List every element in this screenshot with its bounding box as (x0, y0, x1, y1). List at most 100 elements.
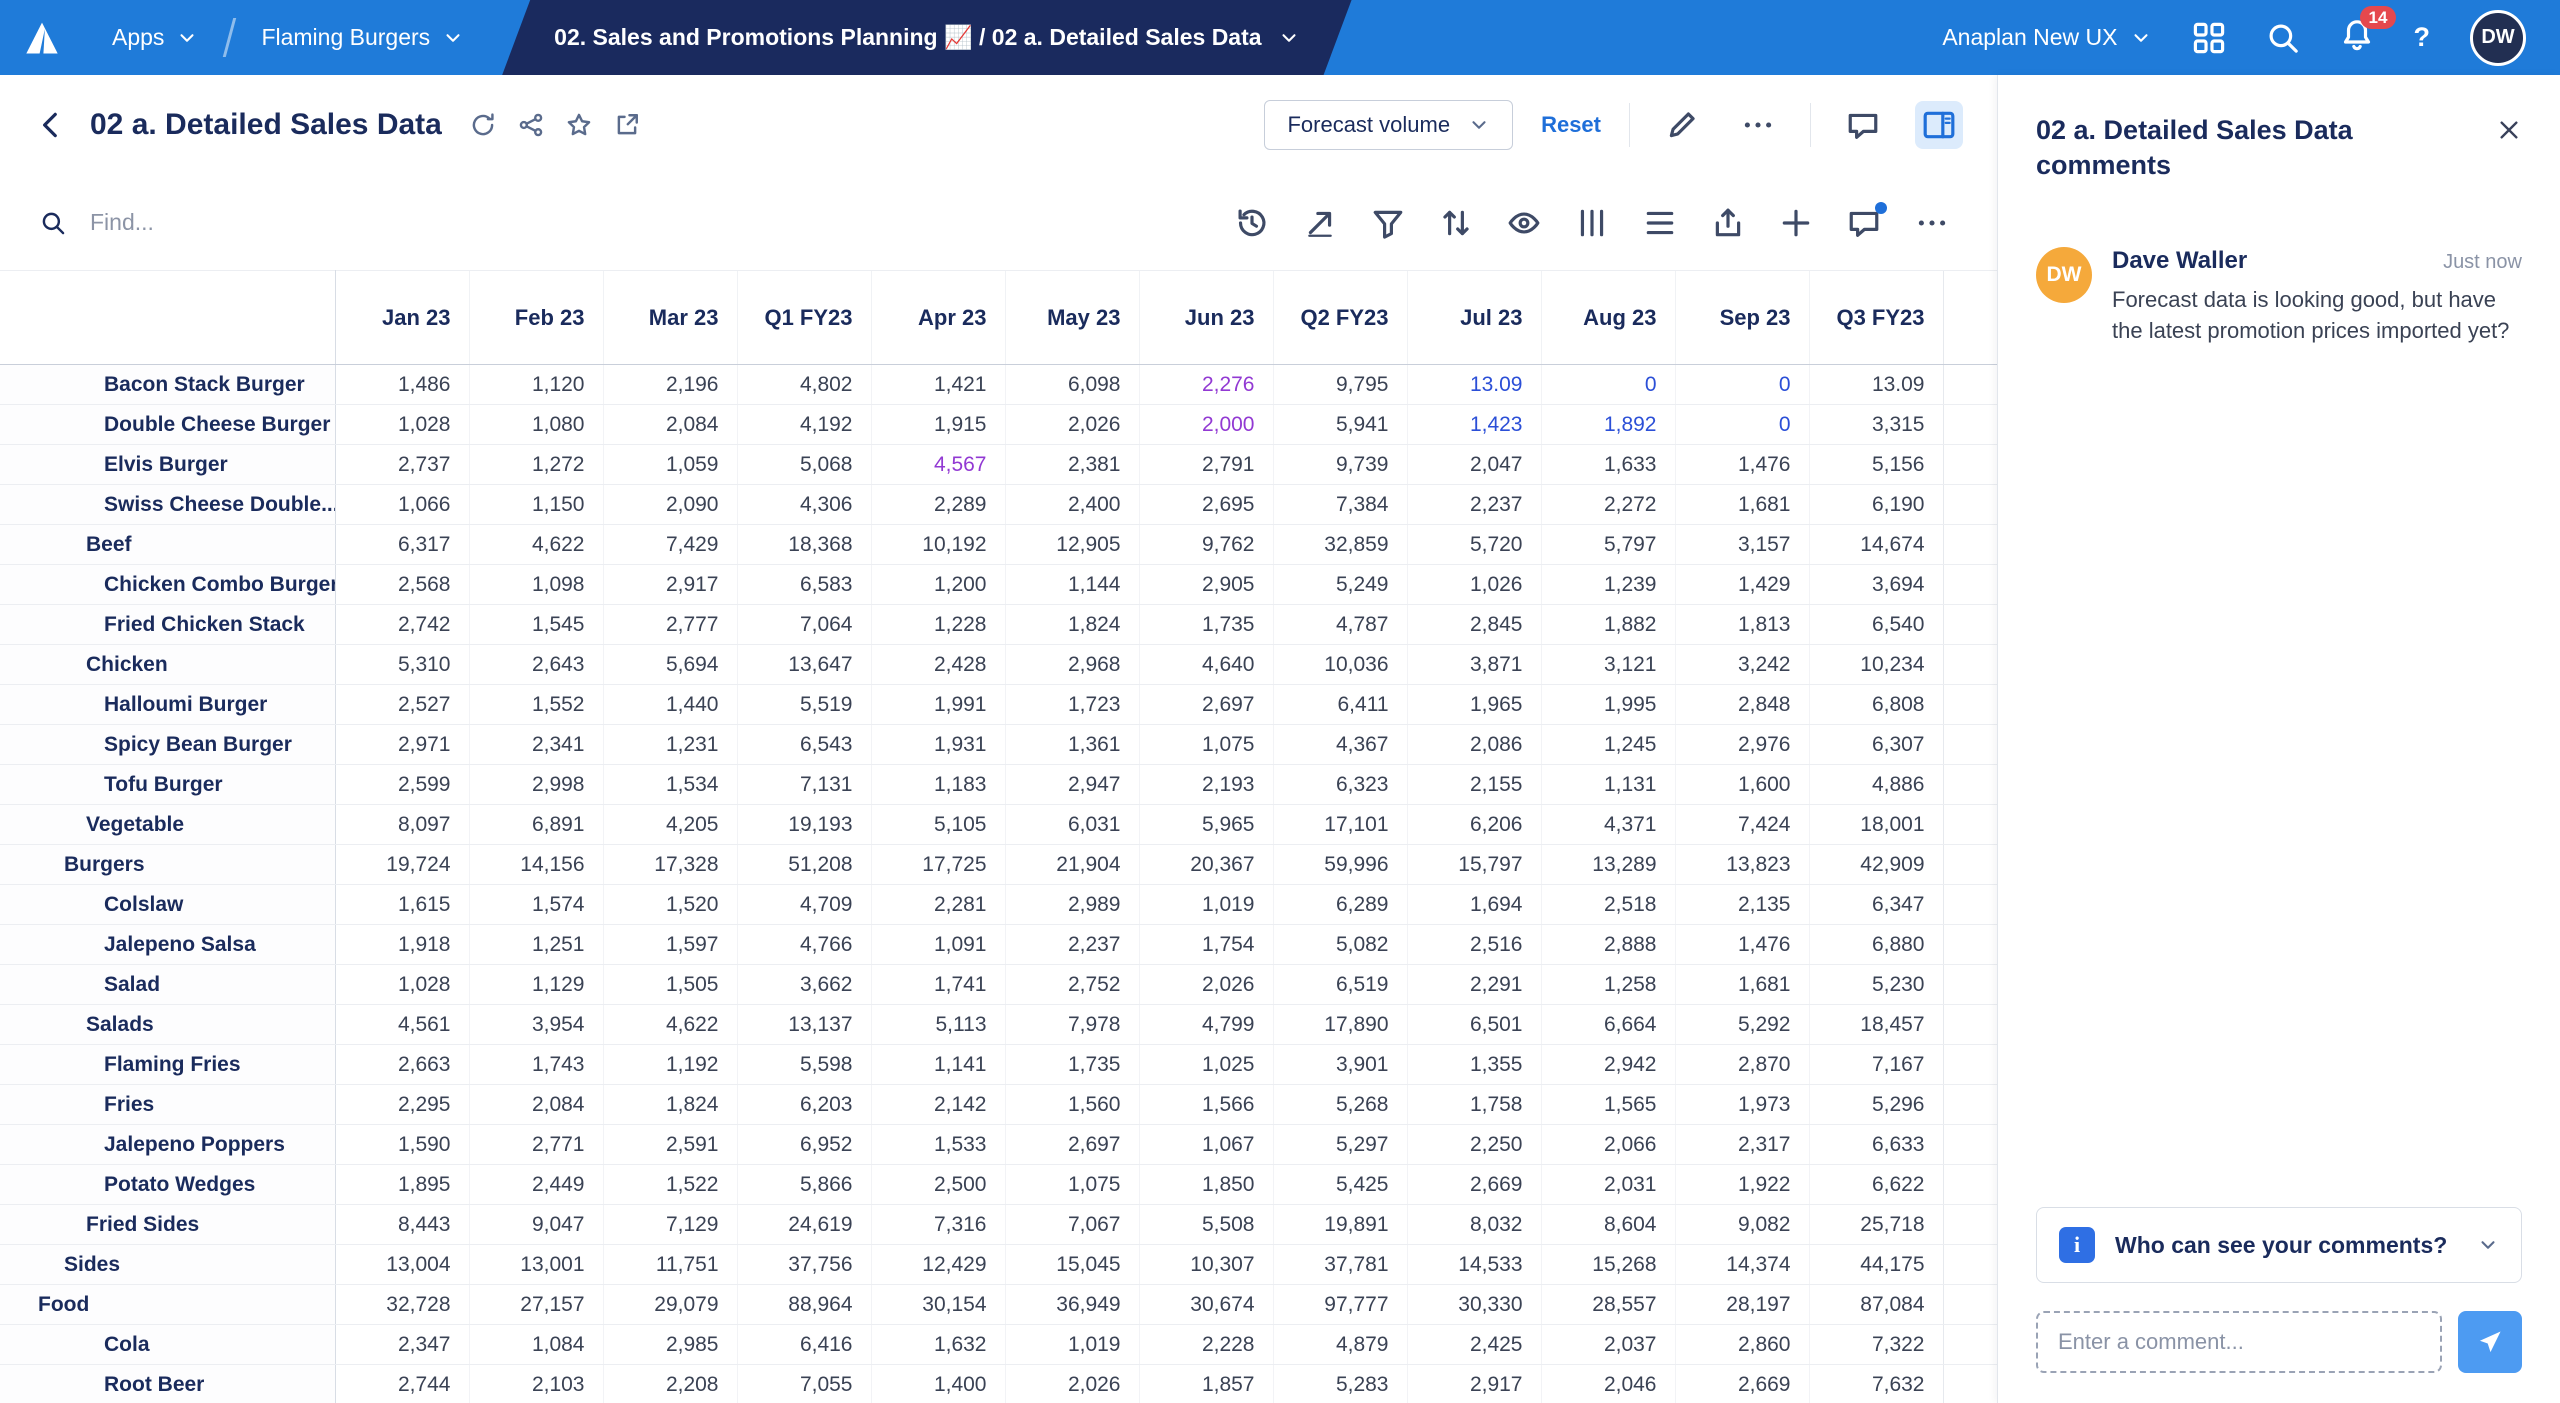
grid-cell[interactable]: 1,931 (870, 724, 1005, 765)
grid-cell[interactable]: 4,367 (1272, 724, 1407, 765)
grid-cell[interactable]: 2,047 (1406, 444, 1541, 485)
grid-cell[interactable]: 1,857 (1138, 1364, 1273, 1403)
grid-cell[interactable]: 1,423 (1406, 404, 1541, 445)
filter-button[interactable] (1363, 198, 1413, 248)
grid-cell[interactable]: 2,737 (334, 444, 469, 485)
grid-cell[interactable]: 20,367 (1138, 844, 1273, 885)
grid-cell[interactable]: 2,697 (1004, 1124, 1139, 1165)
grid-cell[interactable]: 1,067 (1138, 1124, 1273, 1165)
jump-to-button[interactable] (1295, 198, 1345, 248)
grid-cell[interactable]: 42,909 (1808, 844, 1943, 885)
row-label[interactable]: Salads (0, 1004, 336, 1045)
grid-cell[interactable]: 2,026 (1138, 964, 1273, 1005)
grid-cell[interactable]: 2,870 (1674, 1044, 1809, 1085)
star-icon[interactable] (566, 112, 592, 138)
grid-cell[interactable]: 17,328 (602, 844, 737, 885)
grid-cell[interactable]: 37,781 (1272, 1244, 1407, 1285)
grid-cell[interactable]: 37,756 (736, 1244, 871, 1285)
grid-cell[interactable]: 17,890 (1272, 1004, 1407, 1045)
grid-cell[interactable]: 7,429 (602, 524, 737, 565)
grid-cell[interactable]: 2,697 (1138, 684, 1273, 725)
grid-cell[interactable]: 9,762 (1138, 524, 1273, 565)
grid-cell[interactable]: 3,871 (1406, 644, 1541, 685)
grid-cell[interactable]: 18,001 (1808, 804, 1943, 845)
grid-cell[interactable]: 5,720 (1406, 524, 1541, 565)
grid-cell[interactable]: 2,860 (1674, 1324, 1809, 1365)
grid-cell[interactable]: 6,808 (1808, 684, 1943, 725)
grid-cell[interactable]: 9,082 (1674, 1204, 1809, 1245)
grid-cell[interactable]: 1,915 (870, 404, 1005, 445)
grid-cell[interactable]: 5,519 (736, 684, 871, 725)
grid-cell[interactable]: 5,297 (1272, 1124, 1407, 1165)
grid-cell[interactable]: 5,598 (736, 1044, 871, 1085)
column-header[interactable]: Q1 FY23 (736, 270, 871, 365)
grid-cell[interactable]: 1,440 (602, 684, 737, 725)
grid-cell[interactable]: 2,947 (1004, 764, 1139, 805)
grid-cell[interactable]: 5,310 (334, 644, 469, 685)
grid-cell[interactable]: 29,079 (602, 1284, 737, 1325)
grid-cell[interactable]: 1,882 (1540, 604, 1675, 645)
environment-menu[interactable]: Anaplan New UX (1942, 24, 2151, 51)
grid-cell[interactable]: 13,647 (736, 644, 871, 685)
grid-cell[interactable]: 1,476 (1674, 924, 1809, 965)
grid-cell[interactable]: 7,055 (736, 1364, 871, 1403)
grid-cell[interactable]: 2,289 (870, 484, 1005, 525)
grid-cell[interactable]: 2,272 (1540, 484, 1675, 525)
grid-cell[interactable]: 5,249 (1272, 564, 1407, 605)
row-label[interactable]: Jalepeno Poppers (0, 1124, 336, 1165)
grid-cell[interactable]: 19,193 (736, 804, 871, 845)
column-header[interactable]: Jan 23 (334, 270, 469, 365)
grid-cell[interactable]: 6,323 (1272, 764, 1407, 805)
column-header[interactable]: Q2 FY23 (1272, 270, 1407, 365)
grid-cell[interactable]: 14,156 (468, 844, 603, 885)
grid-cell[interactable]: 3,694 (1808, 564, 1943, 605)
grid-cell[interactable]: 1,597 (602, 924, 737, 965)
grid-cell[interactable]: 7,316 (870, 1204, 1005, 1245)
grid-cell[interactable]: 6,347 (1808, 884, 1943, 925)
grid-cell[interactable]: 2,276 (1138, 364, 1273, 405)
grid-cell[interactable]: 5,068 (736, 444, 871, 485)
grid-cell[interactable]: 3,662 (736, 964, 871, 1005)
grid-cell[interactable]: 3,954 (468, 1004, 603, 1045)
grid-cell[interactable]: 5,283 (1272, 1364, 1407, 1403)
grid-cell[interactable]: 1,545 (468, 604, 603, 645)
grid-cell[interactable]: 51,208 (736, 844, 871, 885)
grid-cell[interactable]: 2,084 (468, 1084, 603, 1125)
grid-cell[interactable]: 1,533 (870, 1124, 1005, 1165)
grid-cell[interactable]: 7,632 (1808, 1364, 1943, 1403)
row-label[interactable]: Double Cheese Burger (0, 404, 336, 445)
grid-cell[interactable]: 2,998 (468, 764, 603, 805)
grid-cell[interactable]: 4,567 (870, 444, 1005, 485)
grid-cell[interactable]: 1,735 (1004, 1044, 1139, 1085)
grid-cell[interactable]: 1,723 (1004, 684, 1139, 725)
grid-cell[interactable]: 28,197 (1674, 1284, 1809, 1325)
grid-cell[interactable]: 1,505 (602, 964, 737, 1005)
grid-cell[interactable]: 3,901 (1272, 1044, 1407, 1085)
edit-button[interactable] (1658, 101, 1706, 149)
grid-cell[interactable]: 11,751 (602, 1244, 737, 1285)
grid-cell[interactable]: 18,368 (736, 524, 871, 565)
grid-cell[interactable]: 2,985 (602, 1324, 737, 1365)
grid-cell[interactable]: 4,622 (468, 524, 603, 565)
grid-cell[interactable]: 1,059 (602, 444, 737, 485)
grid-cell[interactable]: 1,400 (870, 1364, 1005, 1403)
grid-cell[interactable]: 1,895 (334, 1164, 469, 1205)
grid-cell[interactable]: 15,268 (1540, 1244, 1675, 1285)
column-header[interactable]: Mar 23 (602, 270, 737, 365)
grid-cell[interactable]: 1,574 (468, 884, 603, 925)
grid-cell[interactable]: 18,457 (1808, 1004, 1943, 1045)
grid-cell[interactable]: 7,322 (1808, 1324, 1943, 1365)
grid-cell[interactable]: 4,787 (1272, 604, 1407, 645)
grid-cell[interactable]: 5,797 (1540, 524, 1675, 565)
grid-cell[interactable]: 10,307 (1138, 1244, 1273, 1285)
grid-cell[interactable]: 2,347 (334, 1324, 469, 1365)
grid-cell[interactable]: 1,922 (1674, 1164, 1809, 1205)
grid-cell[interactable]: 1,741 (870, 964, 1005, 1005)
grid-cell[interactable]: 1,129 (468, 964, 603, 1005)
grid-cell[interactable]: 2,208 (602, 1364, 737, 1403)
grid-cell[interactable]: 6,501 (1406, 1004, 1541, 1045)
grid-cell[interactable]: 2,500 (870, 1164, 1005, 1205)
help-icon[interactable]: ? (2414, 22, 2431, 53)
grid-cell[interactable]: 13,137 (736, 1004, 871, 1045)
toggle-panel-button[interactable] (1915, 101, 1963, 149)
